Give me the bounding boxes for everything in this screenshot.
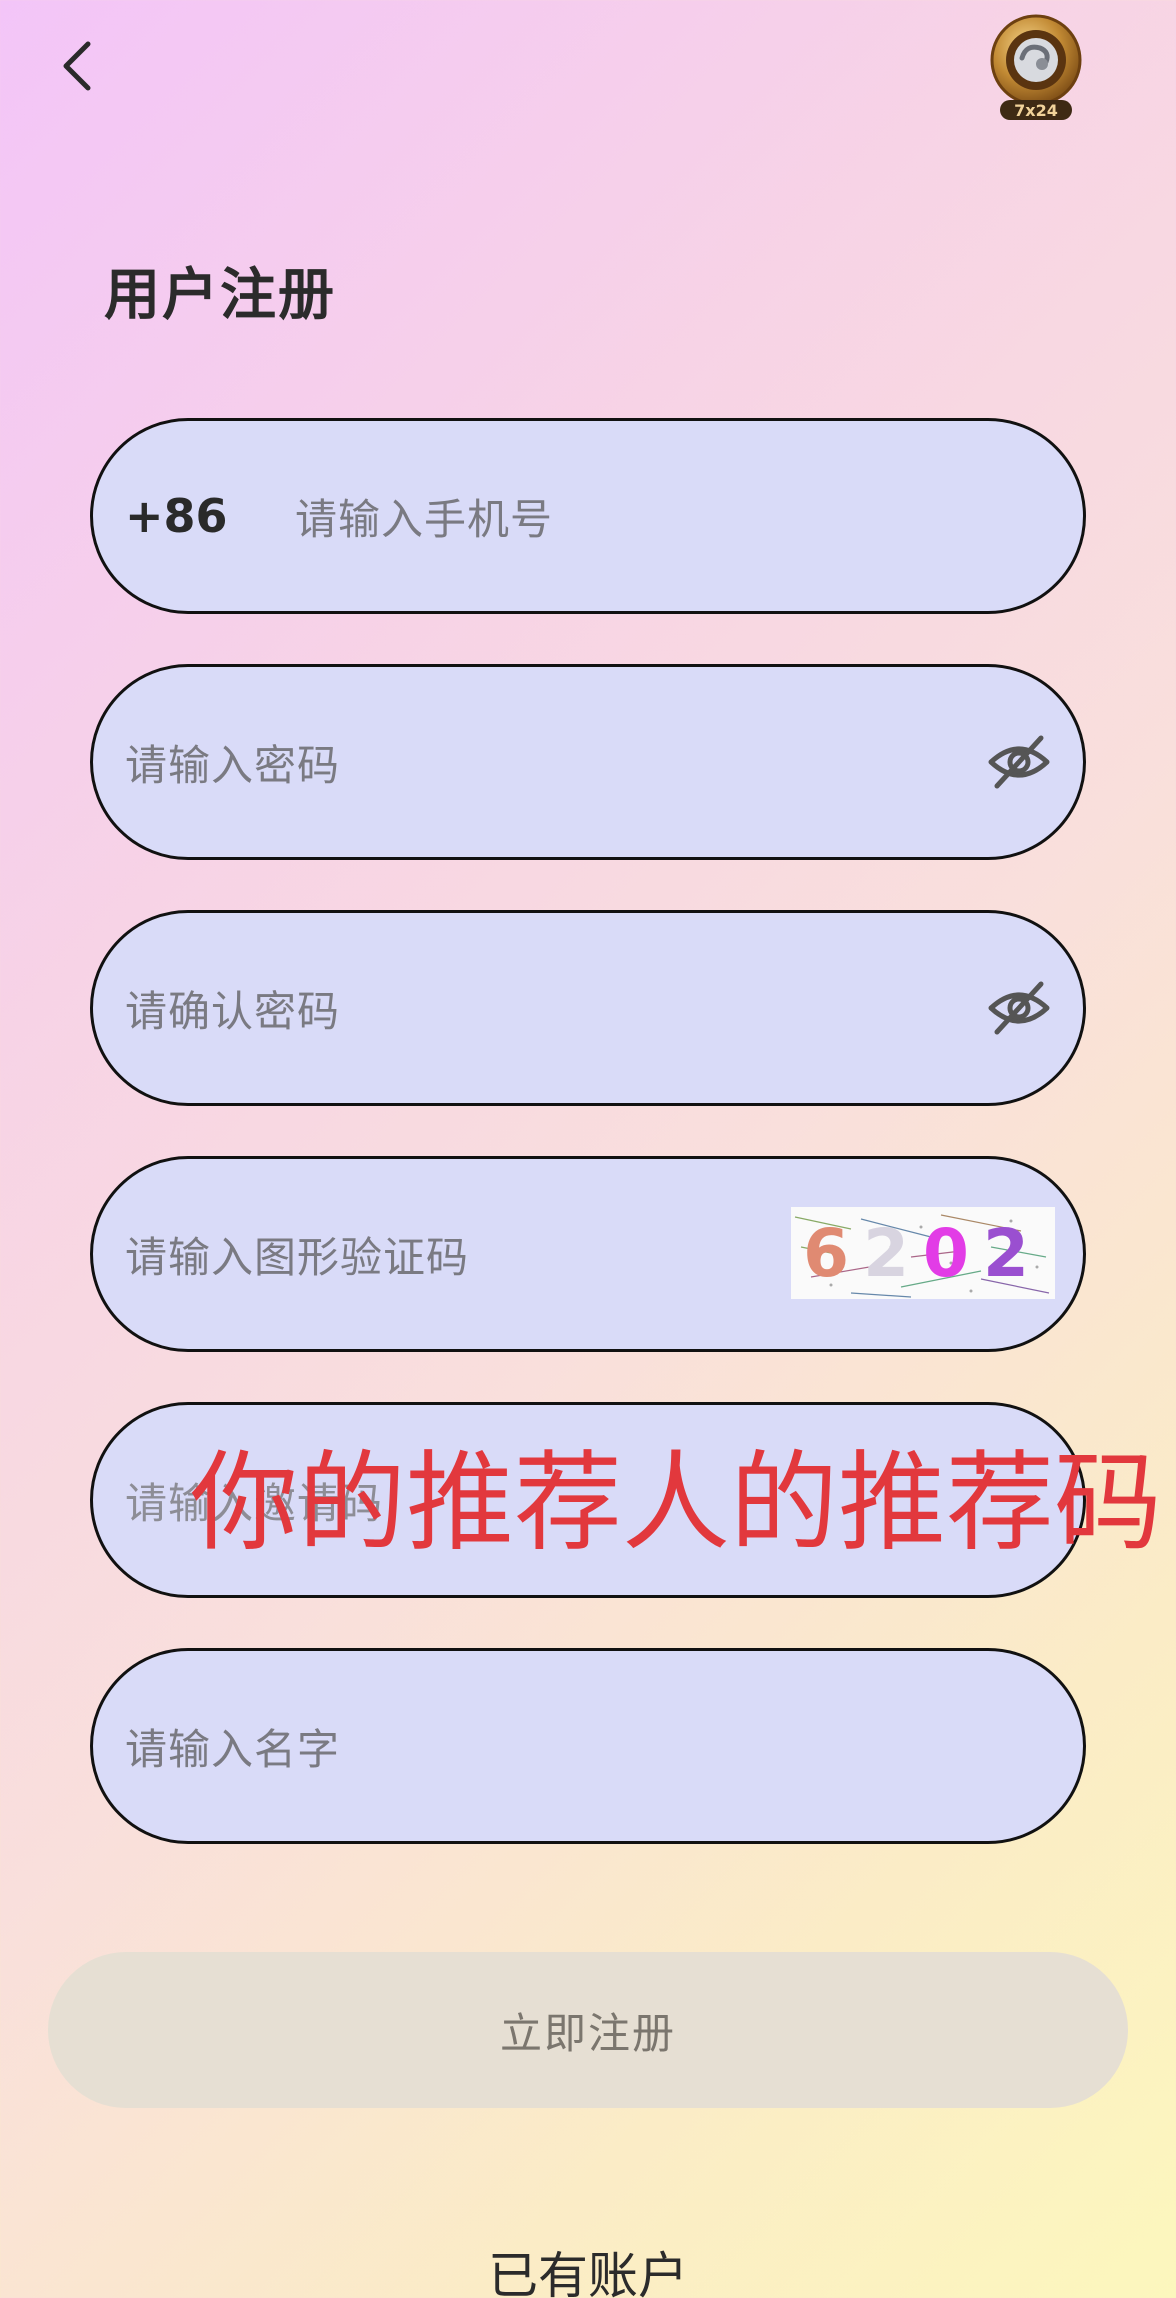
- eye-off-icon[interactable]: [987, 976, 1051, 1040]
- captcha-input[interactable]: 请输入图形验证码: [125, 1224, 469, 1285]
- captcha-char: 0: [923, 1214, 983, 1292]
- eye-off-icon[interactable]: [987, 730, 1051, 794]
- existing-account-link[interactable]: 已有账户: [0, 2236, 1176, 2298]
- captcha-image[interactable]: 6 2 0 2: [791, 1207, 1055, 1299]
- phone-prefix[interactable]: +86: [125, 489, 228, 543]
- back-button[interactable]: [48, 36, 108, 96]
- name-field[interactable]: 请输入名字: [90, 1648, 1086, 1844]
- chevron-left-icon: [63, 41, 91, 91]
- password-field[interactable]: 请输入密码: [90, 664, 1086, 860]
- page-title: 用户注册: [104, 263, 336, 328]
- confirm-password-input[interactable]: 请确认密码: [125, 978, 340, 1039]
- register-button[interactable]: 立即注册: [48, 1952, 1128, 2108]
- referrer-code-annotation: 你的推荐人的推荐码: [190, 1441, 1163, 1566]
- captcha-code: 6 2 0 2: [791, 1207, 1055, 1299]
- customer-service-button[interactable]: 7x24: [982, 12, 1090, 120]
- captcha-char: 2: [863, 1214, 923, 1292]
- register-button-label: 立即注册: [499, 2008, 676, 2058]
- name-input[interactable]: 请输入名字: [125, 1716, 340, 1777]
- phone-input[interactable]: 请输入手机号: [295, 486, 553, 547]
- captcha-field[interactable]: 请输入图形验证码 6 2 0 2: [90, 1156, 1086, 1352]
- confirm-password-field[interactable]: 请确认密码: [90, 910, 1086, 1106]
- support-badge-label: 7x24: [1014, 101, 1058, 120]
- captcha-char: 2: [982, 1214, 1043, 1292]
- phone-field[interactable]: +86 请输入手机号: [90, 418, 1086, 614]
- password-input[interactable]: 请输入密码: [125, 732, 340, 793]
- captcha-char: 6: [803, 1214, 864, 1292]
